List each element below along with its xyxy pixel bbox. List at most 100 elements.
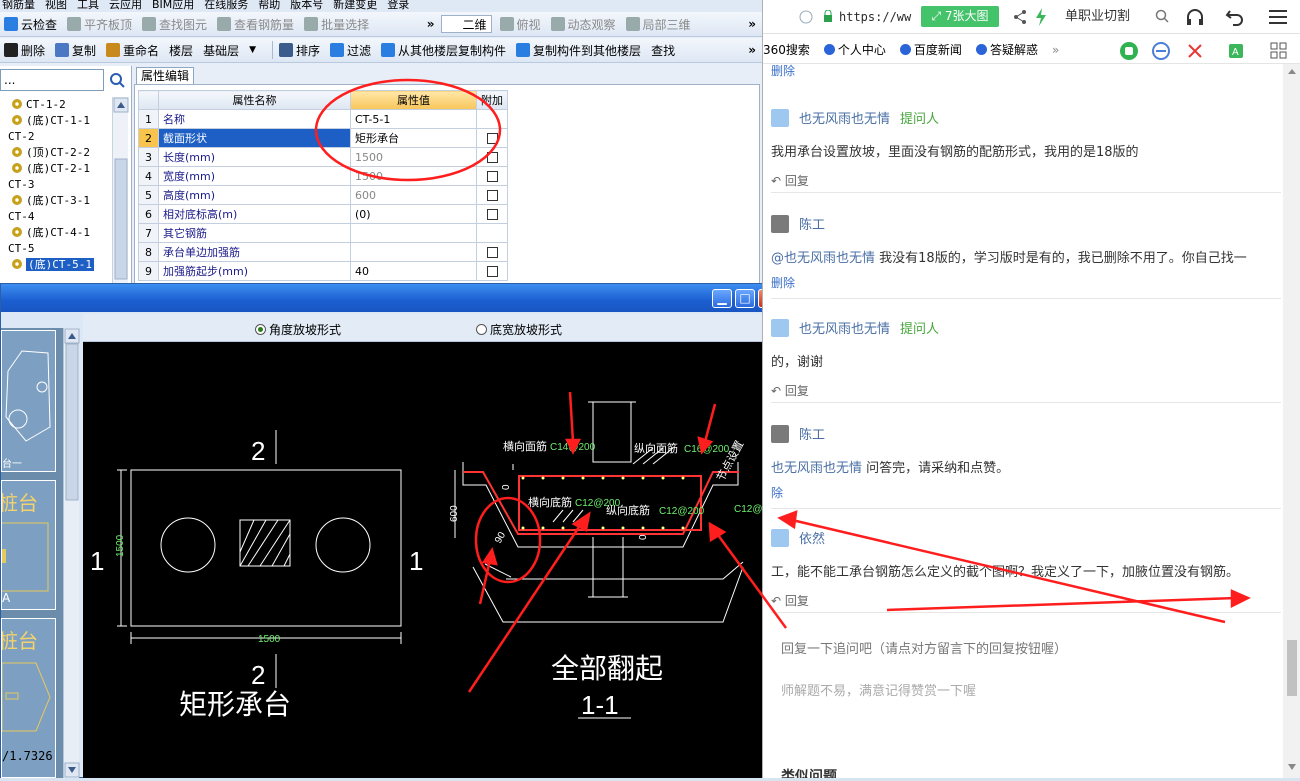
scissors-icon[interactable] [1185,41,1205,61]
grid-apps-icon[interactable] [1269,41,1289,61]
toolbar-overflow-icon[interactable]: » [427,17,435,31]
property-row[interactable]: 7 其它钢筋 [138,223,508,243]
avatar[interactable] [771,424,789,443]
tree-item[interactable]: (顶)CT-2-2 [0,145,112,161]
attach-checkbox[interactable] [486,152,498,163]
toolbar-button[interactable]: 重命名 [106,42,159,59]
floor-select[interactable]: 基础层 ▼ [203,42,256,59]
translate-icon[interactable]: A [1227,41,1247,61]
tree-scrollbar[interactable] [112,97,129,283]
search-icon[interactable] [1155,9,1169,23]
menu-item[interactable]: 视图 [45,0,67,11]
toolbar-button[interactable]: 楼层 [169,42,193,59]
property-value[interactable]: 600 [350,185,477,205]
toolbar-button[interactable]: 查找图元 [142,16,207,33]
tree-item[interactable]: CT-1-2 [0,97,112,113]
tree-item[interactable]: (底)CT-4-1 [0,225,112,241]
property-row[interactable]: 6 相对底标高(m) (0) [138,204,508,224]
toolbar-button[interactable]: 复制构件到其他楼层 [516,42,641,59]
property-value[interactable]: 40 [350,261,477,281]
attach-checkbox[interactable] [486,247,498,258]
radio-angle-slope[interactable]: 角度放坡形式 [255,321,341,338]
property-value[interactable] [350,242,477,262]
toolbar-button[interactable]: 俯视 [499,16,541,33]
menu-item[interactable]: 版本号 [290,0,323,11]
delete-link[interactable]: 除 [771,484,1281,501]
property-row[interactable]: 2 截面形状 矩形承台 [138,128,508,148]
toolbar-overflow-icon[interactable]: » [748,43,756,57]
property-value[interactable]: (0) [350,204,477,224]
property-value[interactable] [350,223,477,243]
attach-checkbox[interactable] [486,171,498,182]
tree-item[interactable]: CT-2 [0,129,112,145]
menu-item[interactable]: 工具 [77,0,99,11]
bookmark-item[interactable]: 百度新闻 [899,41,962,58]
menu-item[interactable]: 在线服务 [204,0,248,11]
tree-item[interactable]: CT-5 [0,241,112,257]
toolbar-button[interactable]: 排序 [279,42,320,59]
tree-item[interactable]: (底)CT-5-1 [0,257,112,273]
property-row[interactable]: 5 高度(mm) 600 [138,185,508,205]
toolbar-button[interactable]: 动态观察 [550,16,616,33]
avatar[interactable] [771,108,789,127]
attach-checkbox[interactable] [486,133,498,144]
property-value[interactable]: 矩形承台 [350,128,477,148]
menu-item[interactable]: 钢筋量 [2,0,35,11]
undo-icon[interactable] [1225,7,1249,27]
tree-item[interactable]: (底)CT-2-1 [0,161,112,177]
property-row[interactable]: 8 承台单边加强筋 [138,242,508,262]
toolbar-button[interactable]: 过滤 [330,42,371,59]
menu-icon[interactable] [1269,9,1287,25]
maximize-button[interactable]: □ [735,289,755,308]
toolbar-button[interactable]: 删除 [4,42,45,59]
tab-property-edit[interactable]: 属性编辑 [136,67,194,85]
lightning-icon[interactable] [1035,8,1047,26]
delete-link[interactable]: 删除 [771,274,1281,291]
menu-item[interactable]: 帮助 [258,0,280,11]
radio-bottom-width-slope[interactable]: 底宽放坡形式 [476,321,562,338]
tree-item[interactable]: CT-4 [0,209,112,225]
toolbar-overflow-icon[interactable]: » [748,17,756,31]
minus-circle-icon[interactable] [1151,41,1171,61]
username-link[interactable]: 陈工 [799,424,825,443]
toolbar-button[interactable]: 云检查 [4,16,57,33]
username-link[interactable]: 陈工 [799,214,825,233]
property-value[interactable]: 1500 [350,166,477,186]
reply-button[interactable]: ↶ 回复 [771,382,1281,399]
green-app-icon[interactable] [1119,41,1139,61]
attach-checkbox[interactable] [486,209,498,220]
toolbar-button[interactable]: 平齐板顶 [67,16,132,33]
property-row[interactable]: 9 加强筋起步(mm) 40 [138,261,508,281]
reply-button[interactable]: ↶ 回复 [771,592,1281,609]
thumbnail-1[interactable]: 台一 [1,330,56,472]
tree-item[interactable]: (底)CT-3-1 [0,193,112,209]
bookmark-overflow-icon[interactable]: » [1052,43,1059,57]
thumbnail-scrollbar[interactable] [63,328,80,778]
radio-dot[interactable] [476,324,487,335]
toolbar-button[interactable]: 批量选择 [304,16,369,33]
page-scrollbar[interactable] [1283,64,1300,778]
follow-up-hint[interactable]: 回复一下追问吧（请点对方留言下的回复按钮喔） [781,638,1067,657]
security-shield-icon[interactable] [799,10,813,24]
mention-link[interactable]: 也无风雨也无情 [771,461,862,476]
search-field[interactable]: 单职业切割 [1065,5,1169,28]
menu-item[interactable]: 云应用 [109,0,142,11]
bookmark-item[interactable]: 360搜索 [763,41,810,58]
avatar[interactable] [771,214,789,233]
tree-search-input[interactable]: ... [0,69,104,91]
share-icon[interactable] [1013,9,1027,25]
bookmark-item[interactable]: 答疑解惑 [975,41,1038,58]
radio-dot-selected[interactable] [255,324,266,335]
search-icon[interactable] [106,69,128,91]
headphones-icon[interactable] [1185,7,1205,27]
menu-item[interactable]: 新建变更 [333,0,377,11]
toolbar-button[interactable]: 复制 [55,42,96,59]
avatar[interactable] [771,528,789,547]
username-link[interactable]: 依然 [799,528,825,547]
toolbar-button[interactable]: 从其他楼层复制构件 [381,42,506,59]
minimize-button[interactable]: ▁ [712,289,732,308]
property-value[interactable]: 1500 [350,147,477,167]
thumbnail-3[interactable]: 桩台 /1.7326 [1,618,56,778]
username-link[interactable]: 也无风雨也无情 [799,318,890,337]
avatar[interactable] [771,318,789,337]
